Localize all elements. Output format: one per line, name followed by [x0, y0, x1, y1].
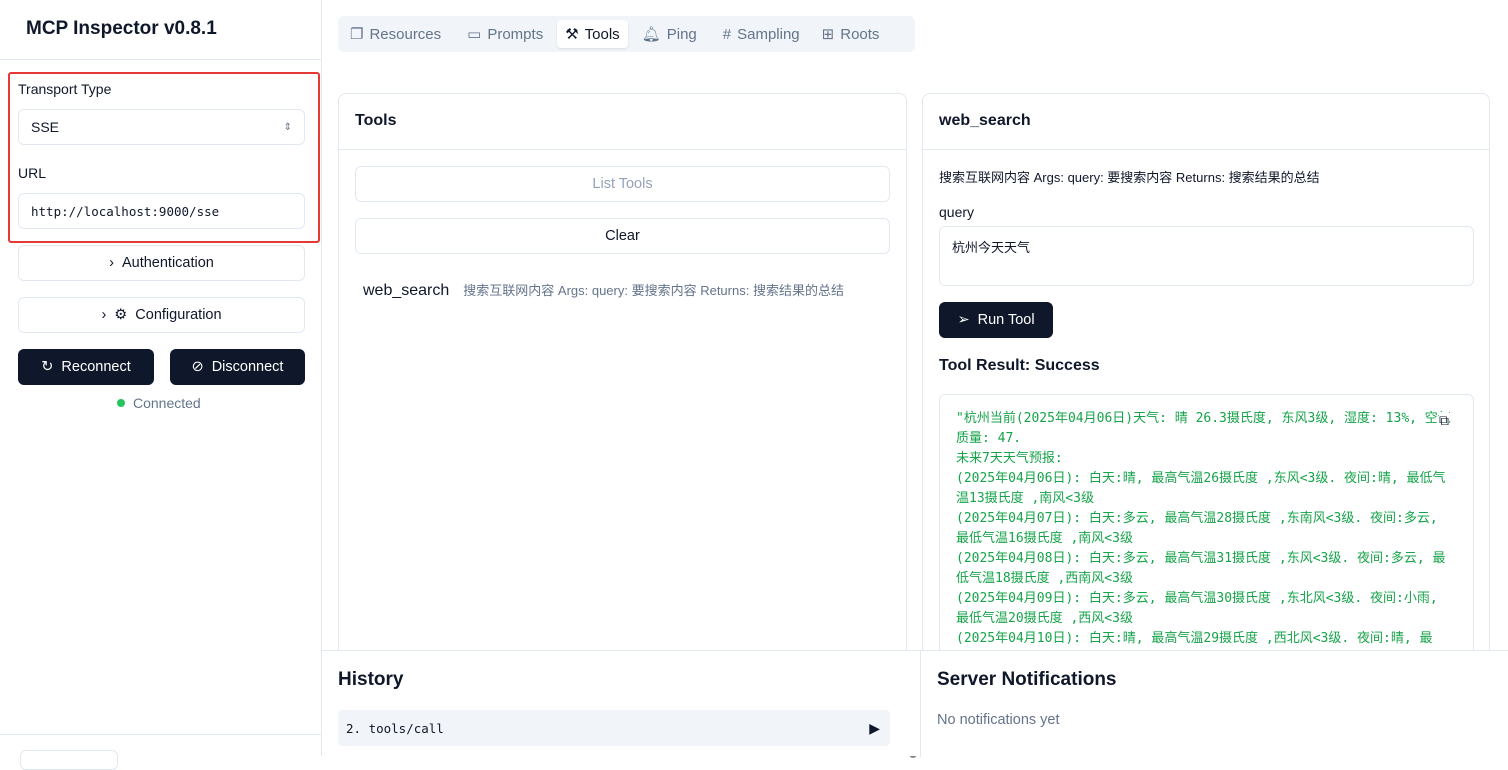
- status-text: Connected: [133, 395, 201, 411]
- play-icon: ▶: [869, 719, 880, 736]
- transport-type-label: Transport Type: [18, 81, 112, 97]
- history-item[interactable]: 2. tools/call ▶: [338, 710, 890, 746]
- theme-select[interactable]: [20, 750, 118, 770]
- query-label: query: [939, 204, 975, 220]
- tab-tools[interactable]: ⚒ Tools: [557, 20, 628, 48]
- query-textarea[interactable]: 杭州今天天气: [939, 226, 1474, 286]
- sidebar: MCP Inspector v0.8.1 Transport Type SSE …: [0, 0, 322, 770]
- hammer-icon: ⚒: [565, 26, 579, 43]
- disconnect-label: Disconnect: [211, 359, 284, 375]
- tab-resources[interactable]: ❐ Resources: [342, 20, 449, 48]
- tab-label: Prompts: [487, 25, 544, 43]
- tool-list-item[interactable]: web_search 搜索互联网内容 Args: query: 要搜索内容 Re…: [363, 280, 844, 300]
- tab-label: Roots: [840, 25, 880, 43]
- transport-type-select[interactable]: SSE ⇕: [18, 109, 305, 145]
- copy-icon[interactable]: ⧉: [1439, 412, 1449, 429]
- folder-tree-icon: ⊞: [821, 26, 835, 43]
- tool-detail-title: web_search: [923, 94, 1489, 150]
- history-item-label: 2. tools/call: [346, 720, 444, 736]
- chevron-right-icon: ›: [109, 255, 114, 271]
- tool-result-content: "杭州当前(2025年04月06日)天气: 晴 26.3摄氏度, 东风3级, 湿…: [939, 394, 1474, 662]
- files-icon: ❐: [350, 26, 364, 43]
- tool-detail-description: 搜索互联网内容 Args: query: 要搜索内容 Returns: 搜索结果…: [939, 170, 1320, 185]
- app-title: MCP Inspector v0.8.1: [0, 0, 321, 60]
- tab-sampling[interactable]: # Sampling: [715, 20, 808, 48]
- reconnect-label: Reconnect: [61, 359, 131, 375]
- tab-label: Sampling: [737, 25, 800, 43]
- run-tool-label: Run Tool: [977, 312, 1035, 328]
- tools-panel-title: Tools: [339, 94, 906, 150]
- list-tools-label: List Tools: [592, 176, 653, 192]
- reconnect-button[interactable]: ↻ Reconnect: [18, 349, 154, 385]
- configuration-button[interactable]: › ⚙ Configuration: [18, 297, 305, 333]
- tools-panel: Tools List Tools Clear web_search 搜索互联网内…: [338, 93, 907, 663]
- clear-label: Clear: [605, 228, 640, 244]
- bell-icon: 🔔︎: [641, 26, 661, 43]
- url-label: URL: [18, 165, 47, 181]
- bottom-divider: [920, 651, 921, 757]
- tool-name: web_search: [363, 282, 450, 299]
- notifications-empty: No notifications yet: [937, 712, 1060, 728]
- url-input[interactable]: http://localhost:9000/sse: [18, 193, 305, 229]
- tool-result-title: Tool Result: Success: [939, 357, 1100, 374]
- connection-status: Connected: [117, 395, 201, 411]
- authentication-label: Authentication: [121, 255, 214, 271]
- configuration-label: Configuration: [135, 307, 222, 323]
- history-title: History: [338, 669, 404, 690]
- bottom-panel: History 2. tools/call ▶ Server Notificat…: [322, 650, 1508, 757]
- tab-roots[interactable]: ⊞ Roots: [814, 20, 888, 48]
- list-tools-button[interactable]: List Tools: [355, 166, 890, 202]
- chevron-updown-icon: ⇕: [283, 121, 292, 133]
- run-tool-button[interactable]: ➢ Run Tool: [939, 302, 1053, 338]
- tool-description: 搜索互联网内容 Args: query: 要搜索内容 Returns: 搜索结果…: [463, 283, 844, 298]
- clear-button[interactable]: Clear: [355, 218, 890, 254]
- hash-icon: #: [722, 25, 732, 43]
- tab-label: Resources: [369, 25, 442, 43]
- main-tabs: ❐ Resources ▭ Prompts ⚒ Tools 🔔︎ Ping # Sampl…: [338, 16, 915, 52]
- authentication-button[interactable]: › Authentication: [18, 245, 305, 281]
- transport-type-value: SSE: [31, 119, 60, 135]
- tab-ping[interactable]: 🔔︎ Ping: [634, 20, 705, 48]
- message-icon: ▭: [467, 26, 482, 43]
- send-icon: ➢: [957, 312, 970, 328]
- disconnect-button[interactable]: ⊘ Disconnect: [170, 349, 305, 385]
- chevron-right-icon: ›: [101, 307, 107, 323]
- gear-icon: ⚙: [114, 307, 128, 323]
- tool-detail-panel: web_search 搜索互联网内容 Args: query: 要搜索内容 Re…: [922, 93, 1490, 663]
- notifications-title: Server Notifications: [937, 669, 1117, 690]
- status-dot-icon: [117, 399, 125, 407]
- tab-prompts[interactable]: ▭ Prompts: [459, 20, 551, 48]
- tab-label: Tools: [584, 25, 620, 43]
- rotate-icon: ↻: [41, 359, 54, 375]
- unplug-icon: ⊘: [191, 359, 204, 375]
- sidebar-footer-divider: [0, 734, 321, 735]
- tab-label: Ping: [666, 25, 697, 43]
